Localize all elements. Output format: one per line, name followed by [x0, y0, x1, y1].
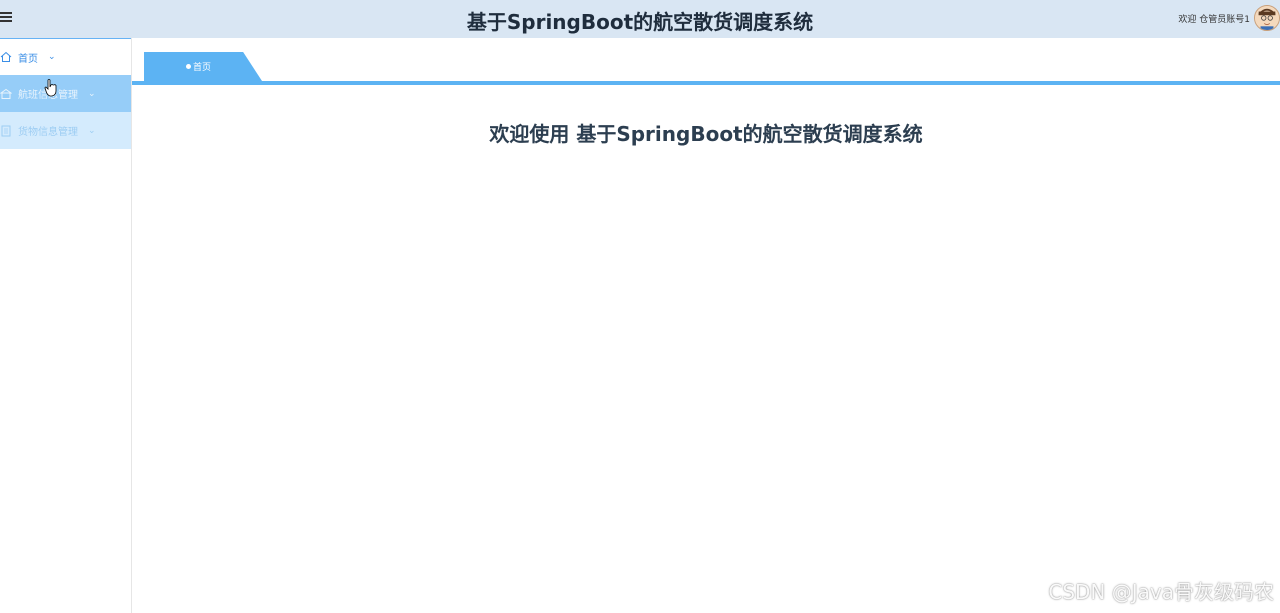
welcome-heading: 欢迎使用 基于SpringBoot的航空散货调度系统 — [489, 122, 923, 146]
top-header: 基于SpringBoot的航空散货调度系统 欢迎 仓管员账号1 — [0, 0, 1280, 38]
welcome-user-text: 欢迎 仓管员账号1 — [1178, 14, 1250, 25]
chevron-down-icon: ⌄ — [48, 52, 56, 62]
sidebar-item-home[interactable]: 首页 ⌄ — [0, 38, 131, 75]
sidebar-item-label: 货物信息管理 — [18, 127, 78, 138]
home-icon — [0, 51, 12, 63]
sidebar-item-flight-info[interactable]: 航班信息管理 ⌄ — [0, 75, 131, 112]
chevron-down-icon: ⌄ — [88, 125, 96, 136]
active-dot-icon — [186, 64, 191, 69]
hand-cursor-icon — [44, 79, 57, 97]
sidebar-item-label: 首页 — [18, 53, 38, 65]
main-content: 首页 欢迎使用 基于SpringBoot的航空散货调度系统 — [132, 38, 1280, 613]
user-avatar-icon[interactable] — [1254, 5, 1280, 31]
app-root: 基于SpringBoot的航空散货调度系统 欢迎 仓管员账号1 首页 ⌄ 航班信… — [0, 0, 1280, 613]
user-box: 欢迎 仓管员账号1 — [1178, 4, 1280, 32]
chevron-down-icon: ⌄ — [88, 88, 96, 99]
watermark-text: CSDN @Java骨灰级码农 — [1048, 580, 1274, 604]
building-icon — [0, 88, 12, 100]
document-icon — [0, 125, 12, 137]
tab-label: 首页 — [193, 63, 212, 73]
sidebar-item-cargo-info[interactable]: 货物信息管理 ⌄ — [0, 112, 131, 149]
sidebar: 首页 ⌄ 航班信息管理 ⌄ 货物信息管理 ⌄ — [0, 38, 132, 613]
site-title: 基于SpringBoot的航空散货调度系统 — [466, 10, 814, 34]
tab-bar: 首页 — [132, 38, 1280, 85]
tab-home[interactable]: 首页 — [144, 52, 262, 81]
